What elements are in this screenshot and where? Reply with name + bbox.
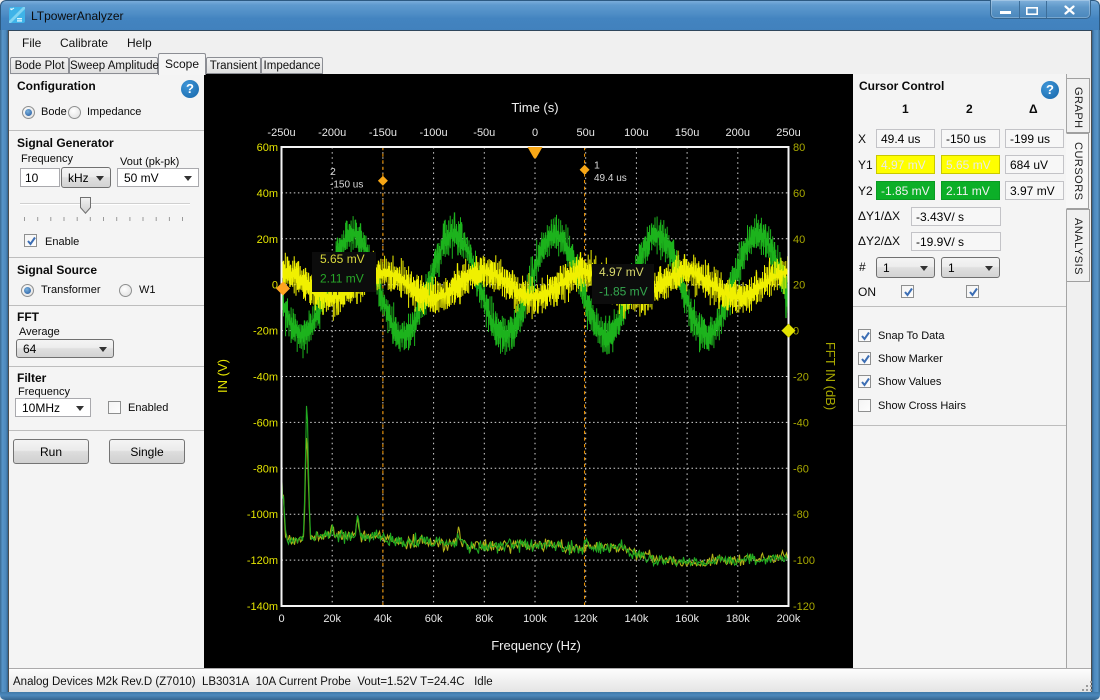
- svg-text:-40m: -40m: [253, 372, 278, 384]
- svg-text:-120m: -120m: [247, 555, 278, 567]
- svg-text:-20m: -20m: [253, 326, 278, 338]
- svg-text:40m: 40m: [257, 188, 278, 200]
- svg-text:-40: -40: [793, 417, 809, 429]
- svg-text:200k: 200k: [777, 613, 801, 625]
- svg-text:-200u: -200u: [318, 127, 346, 139]
- svg-text:140k: 140k: [624, 613, 648, 625]
- svg-text:-150 us: -150 us: [330, 180, 363, 191]
- svg-text:2: 2: [330, 166, 336, 178]
- svg-text:-80m: -80m: [253, 463, 278, 475]
- svg-text:20k: 20k: [323, 613, 341, 625]
- svg-text:60k: 60k: [425, 613, 443, 625]
- svg-text:-60m: -60m: [253, 417, 278, 429]
- svg-text:50u: 50u: [577, 127, 595, 139]
- svg-text:IN (V): IN (V): [215, 359, 230, 393]
- svg-text:150u: 150u: [675, 127, 699, 139]
- svg-text:200u: 200u: [726, 127, 750, 139]
- svg-text:250u: 250u: [776, 127, 800, 139]
- svg-text:80: 80: [793, 142, 805, 154]
- svg-text:100u: 100u: [624, 127, 648, 139]
- svg-text:4.97 mV: 4.97 mV: [599, 265, 644, 279]
- svg-text:60m: 60m: [257, 142, 278, 154]
- svg-text:0: 0: [272, 280, 278, 292]
- svg-text:-250u: -250u: [267, 127, 295, 139]
- svg-text:-100u: -100u: [420, 127, 448, 139]
- svg-text:Frequency (Hz): Frequency (Hz): [491, 638, 581, 653]
- svg-text:-120: -120: [793, 601, 815, 613]
- svg-text:-140m: -140m: [247, 601, 278, 613]
- svg-text:20m: 20m: [257, 234, 278, 246]
- svg-text:FFT IN (dB): FFT IN (dB): [823, 342, 838, 410]
- svg-text:1: 1: [594, 160, 600, 172]
- svg-text:160k: 160k: [675, 613, 699, 625]
- svg-text:20: 20: [793, 280, 805, 292]
- svg-text:0: 0: [532, 127, 538, 139]
- svg-text:2.11 mV: 2.11 mV: [320, 272, 364, 286]
- svg-text:-100: -100: [793, 555, 815, 567]
- svg-text:40k: 40k: [374, 613, 392, 625]
- svg-text:-50u: -50u: [473, 127, 495, 139]
- svg-text:-60: -60: [793, 463, 809, 475]
- svg-text:60: 60: [793, 188, 805, 200]
- svg-text:180k: 180k: [726, 613, 750, 625]
- svg-text:120k: 120k: [574, 613, 598, 625]
- svg-text:80k: 80k: [475, 613, 493, 625]
- svg-text:Time (s): Time (s): [511, 100, 558, 115]
- svg-text:-20: -20: [793, 372, 809, 384]
- svg-text:-1.85 mV: -1.85 mV: [599, 285, 648, 299]
- svg-text:-80: -80: [793, 509, 809, 521]
- svg-text:-150u: -150u: [369, 127, 397, 139]
- svg-text:40: 40: [793, 234, 805, 246]
- svg-text:0: 0: [278, 613, 284, 625]
- svg-text:5.65 mV: 5.65 mV: [320, 252, 365, 266]
- svg-text:-100m: -100m: [247, 509, 278, 521]
- svg-text:49.4 us: 49.4 us: [594, 173, 627, 184]
- svg-text:100k: 100k: [523, 613, 547, 625]
